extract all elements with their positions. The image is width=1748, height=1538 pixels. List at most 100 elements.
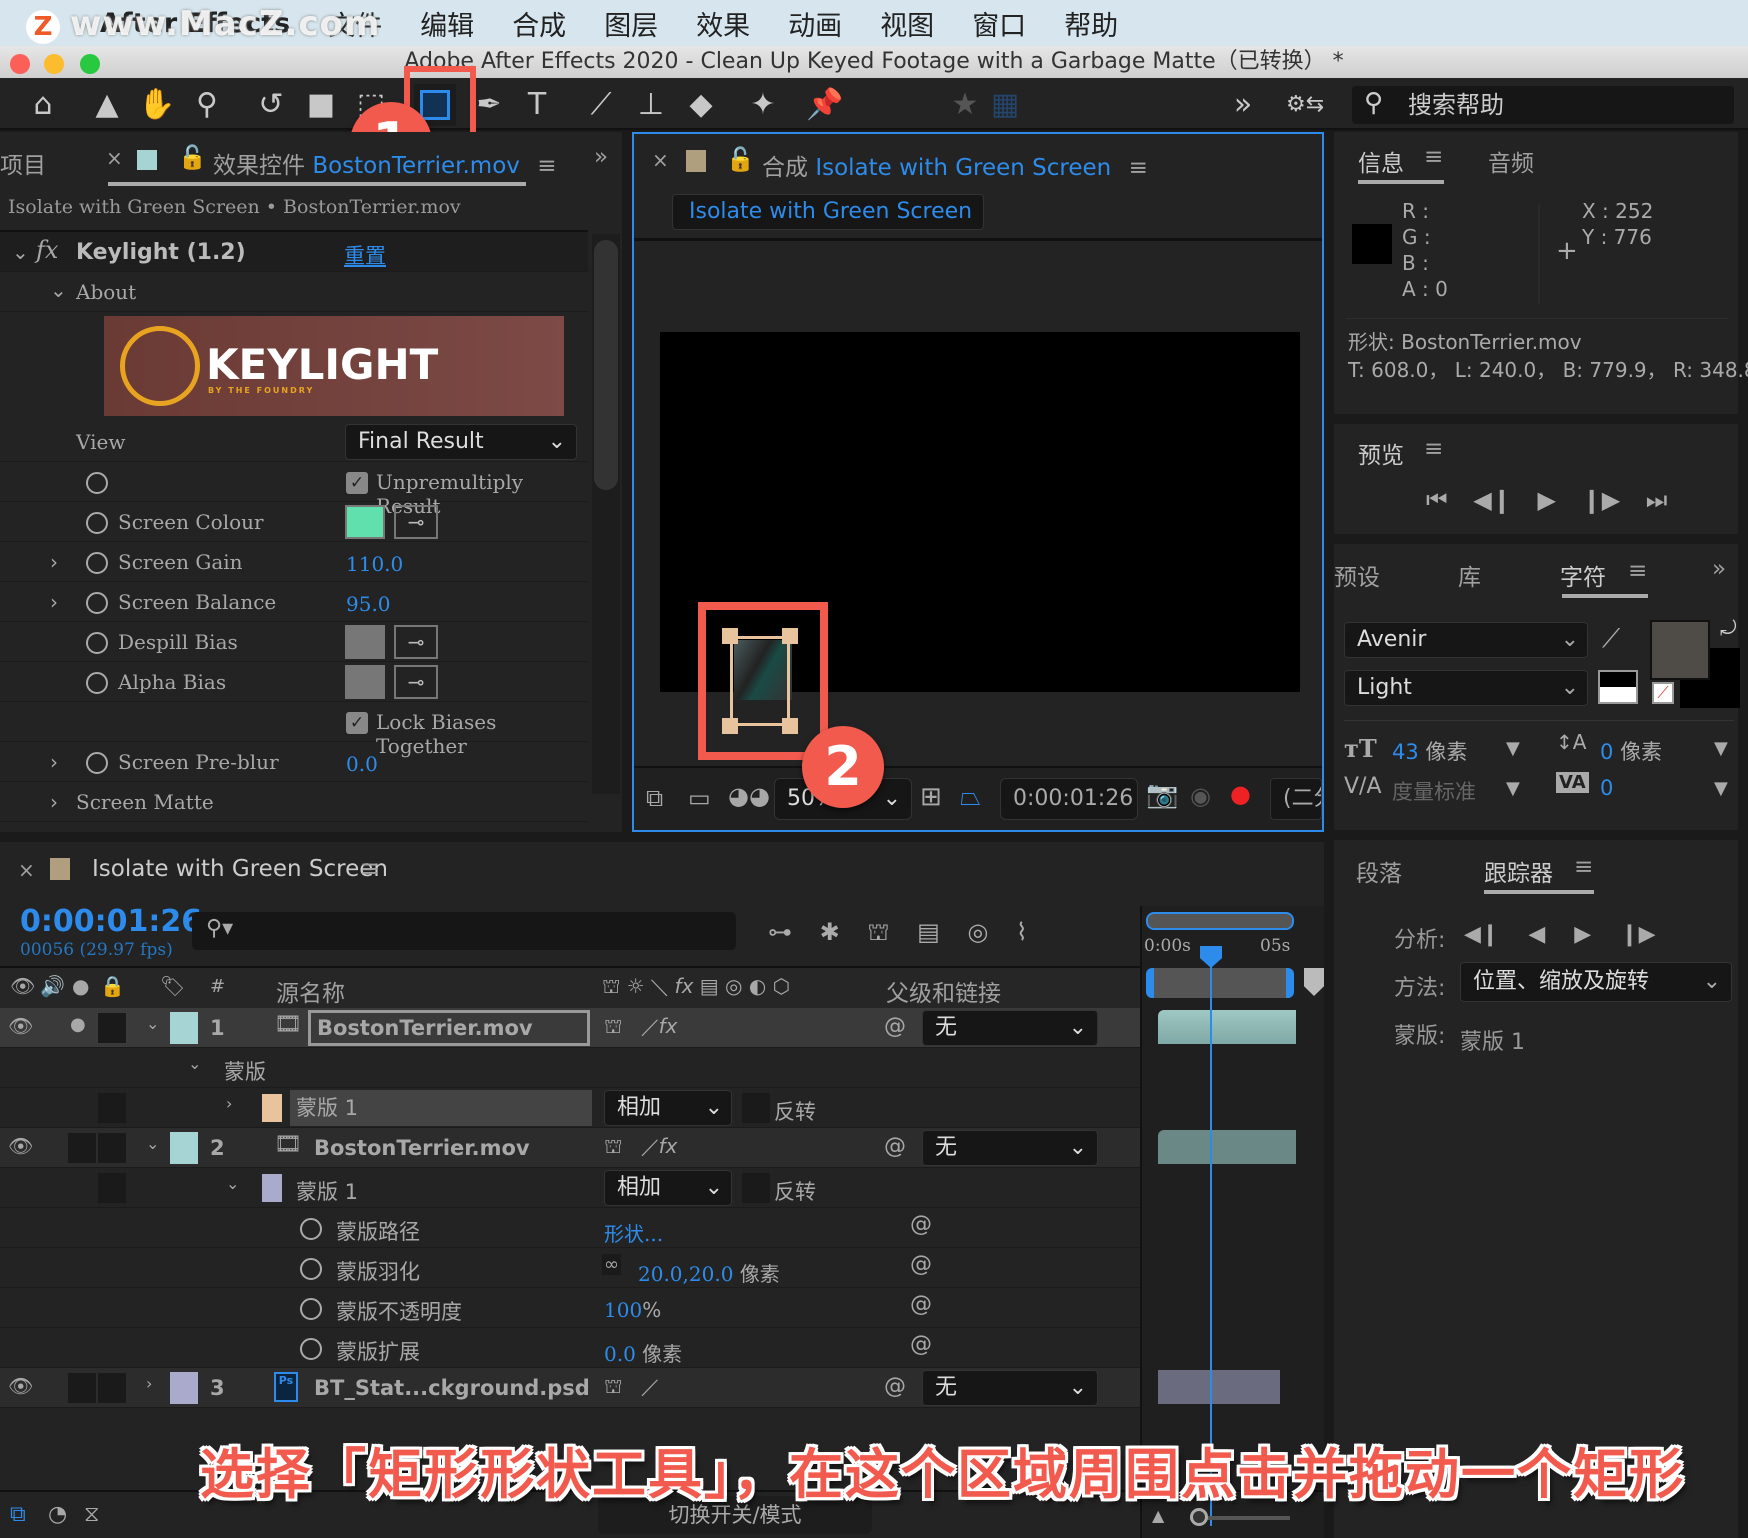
character-tab[interactable]: 字符	[1560, 558, 1606, 592]
lock-biases-checkbox[interactable]: ✓	[346, 712, 368, 734]
expand-chevron-icon[interactable]: ⌄	[226, 1174, 239, 1193]
next-frame-icon[interactable]: ❙▶	[1582, 486, 1621, 514]
parent-dropdown[interactable]: 无 ⌄	[922, 1010, 1098, 1046]
mask-path-value[interactable]: 形状...	[604, 1218, 663, 1247]
layer-row-1[interactable]: 👁 ● ⌄ 1 🎞 BostonTerrier.mov ⛫ ⟋fx @ 无 ⌄	[0, 1008, 1140, 1048]
stopwatch-icon[interactable]	[86, 752, 108, 774]
camera-tool-icon[interactable]: ■	[302, 86, 340, 124]
minimize-window-button[interactable]	[44, 54, 64, 74]
stopwatch-icon[interactable]	[86, 512, 108, 534]
expand-chevron-icon[interactable]: ⌄	[50, 278, 67, 302]
pick-whip-icon[interactable]: @	[884, 1134, 906, 1159]
panel-menu-icon[interactable]: ≡	[1424, 436, 1443, 462]
last-frame-icon[interactable]: ⏭	[1646, 486, 1668, 514]
project-tab[interactable]: 项目	[0, 146, 46, 180]
shy-layers-icon[interactable]: ⛫	[867, 918, 889, 946]
reset-link[interactable]: 重置	[344, 240, 386, 270]
panel-menu-icon[interactable]: ≡	[1574, 854, 1593, 880]
expand-chevron-icon[interactable]: ⌄	[12, 240, 29, 264]
pick-whip-icon[interactable]: @	[884, 1014, 906, 1039]
screen-colour-swatch[interactable]	[345, 505, 385, 539]
mask-mode-dropdown[interactable]: 相加 ⌄	[604, 1090, 732, 1126]
overflow-chevron-icon[interactable]: »	[1224, 86, 1262, 124]
lock-toggle[interactable]	[98, 1133, 126, 1163]
mask-expansion-row[interactable]: 蒙版扩展 0.0 像素 @	[0, 1328, 1140, 1368]
pick-whip-icon[interactable]: @	[910, 1332, 932, 1357]
label-tag-icon[interactable]: 🏷	[160, 974, 185, 998]
leading-field[interactable]: 0 像素	[1600, 736, 1662, 766]
frame-blending-icon[interactable]: ▤	[917, 918, 940, 946]
expand-chevron-icon[interactable]: ›	[50, 550, 58, 574]
tracking-dropdown-icon[interactable]: ▼	[1714, 778, 1728, 799]
layer-switches[interactable]: ⛫ ⟋fx	[604, 1014, 678, 1041]
show-snapshot-icon[interactable]: ◉	[1190, 782, 1211, 810]
expand-chevron-icon[interactable]: ›	[50, 750, 58, 774]
lock-toggle[interactable]	[98, 1373, 126, 1403]
audio-toggle-icon[interactable]: 🔊	[40, 974, 65, 998]
search-help-input[interactable]: 搜索帮助	[1352, 86, 1734, 124]
parent-link-header[interactable]: 父级和链接	[886, 974, 1001, 1008]
tracking-value[interactable]: 0	[1600, 776, 1613, 800]
audio-tab[interactable]: 音频	[1488, 144, 1534, 178]
invert-checkbox[interactable]	[742, 1173, 770, 1203]
analyze-forward-one-frame-icon[interactable]: ❙▶	[1620, 922, 1655, 947]
home-icon[interactable]: ⌂	[24, 86, 62, 124]
visibility-eye-icon[interactable]: 👁	[8, 1014, 33, 1038]
comp-breadcrumb[interactable]: Isolate with Green Screen	[672, 194, 984, 230]
roto-brush-tool-icon[interactable]: ✦	[744, 86, 782, 124]
stopwatch-icon[interactable]	[86, 472, 108, 494]
stopwatch-icon[interactable]	[300, 1338, 322, 1360]
expand-chevron-icon[interactable]: ⌄	[188, 1054, 201, 1073]
kerning-value[interactable]: 度量标准	[1392, 776, 1476, 806]
paragraph-tab[interactable]: 段落	[1356, 854, 1402, 888]
black-white-swatch[interactable]	[1598, 670, 1638, 704]
alpha-bias-swatch[interactable]	[345, 665, 385, 699]
mask-color-swatch[interactable]	[262, 1094, 282, 1122]
font-style-dropdown[interactable]: Light ⌄	[1344, 670, 1588, 706]
zoom-tool-icon[interactable]: ⚲	[188, 86, 226, 124]
layer-name[interactable]: BostonTerrier.mov	[314, 1136, 530, 1160]
in-out-toggle-icon[interactable]: ⧖	[84, 1502, 99, 1527]
font-size-field[interactable]: 43 像素	[1392, 736, 1467, 766]
vr-mask-icon[interactable]: ◕◕	[728, 782, 770, 810]
color-channels-icon[interactable]: ●	[1230, 780, 1251, 808]
solo-icon[interactable]: ●	[70, 1014, 86, 1035]
zoom-window-button[interactable]	[80, 54, 100, 74]
expand-chevron-icon[interactable]: ›	[50, 790, 58, 814]
eyedropper-icon[interactable]: ⊸	[394, 625, 438, 659]
libraries-tab[interactable]: 库	[1458, 558, 1481, 592]
kerning-dropdown-icon[interactable]: ▼	[1506, 778, 1520, 799]
menu-help[interactable]: 帮助	[1064, 4, 1118, 43]
screen-preblur-value[interactable]: 0.0	[346, 752, 378, 776]
constrain-proportions-icon[interactable]: ∞	[602, 1254, 621, 1275]
analyze-forward-icon[interactable]: ▶	[1574, 922, 1591, 947]
puppet-pin-tool-icon[interactable]: 📌	[806, 86, 844, 124]
font-family-dropdown[interactable]: Avenir ⌄	[1344, 622, 1588, 658]
layer-2-duration-bar[interactable]	[1158, 1130, 1296, 1164]
layer-1-duration-bar[interactable]	[1158, 1010, 1296, 1044]
panel-overflow-icon[interactable]: »	[594, 144, 608, 170]
unpremultiply-checkbox[interactable]: ✓	[346, 472, 368, 494]
eyedropper-icon[interactable]: ⟋	[1602, 624, 1620, 655]
graph-editor-icon[interactable]: ⌇	[1016, 918, 1028, 946]
stopwatch-icon[interactable]	[300, 1258, 322, 1280]
font-size-dropdown-icon[interactable]: ▼	[1506, 738, 1520, 759]
masks-group-row[interactable]: ⌄ 蒙版	[0, 1048, 1140, 1088]
menu-edit[interactable]: 编辑	[420, 4, 474, 43]
hand-tool-icon[interactable]: ✋	[138, 86, 176, 124]
play-icon[interactable]: ▶	[1537, 486, 1555, 514]
resolution-dropdown[interactable]: (二分	[1270, 778, 1322, 820]
menu-view[interactable]: 视图	[880, 4, 934, 43]
layer-name[interactable]: BostonTerrier.mov	[308, 1010, 590, 1046]
screen-gain-value[interactable]: 110.0	[346, 552, 403, 576]
layer-switches[interactable]: ⛫ ⟋	[604, 1374, 659, 1401]
panel-menu-icon[interactable]: ≡	[1129, 155, 1148, 181]
panel-overflow-icon[interactable]: »	[1712, 556, 1726, 582]
clone-stamp-tool-icon[interactable]: ⊥	[632, 86, 670, 124]
tracker-method-dropdown[interactable]: 位置、缩放及旋转 ⌄	[1460, 962, 1732, 1002]
tracker-tab[interactable]: 跟踪器	[1484, 854, 1553, 888]
transparency-grid-icon[interactable]: ▦	[986, 86, 1024, 124]
layer-row-2[interactable]: 👁 ⌄ 2 🎞 BostonTerrier.mov ⛫ ⟋fx @ 无 ⌄	[0, 1128, 1140, 1168]
eraser-tool-icon[interactable]: ◆	[682, 86, 720, 124]
stopwatch-icon[interactable]	[300, 1218, 322, 1240]
